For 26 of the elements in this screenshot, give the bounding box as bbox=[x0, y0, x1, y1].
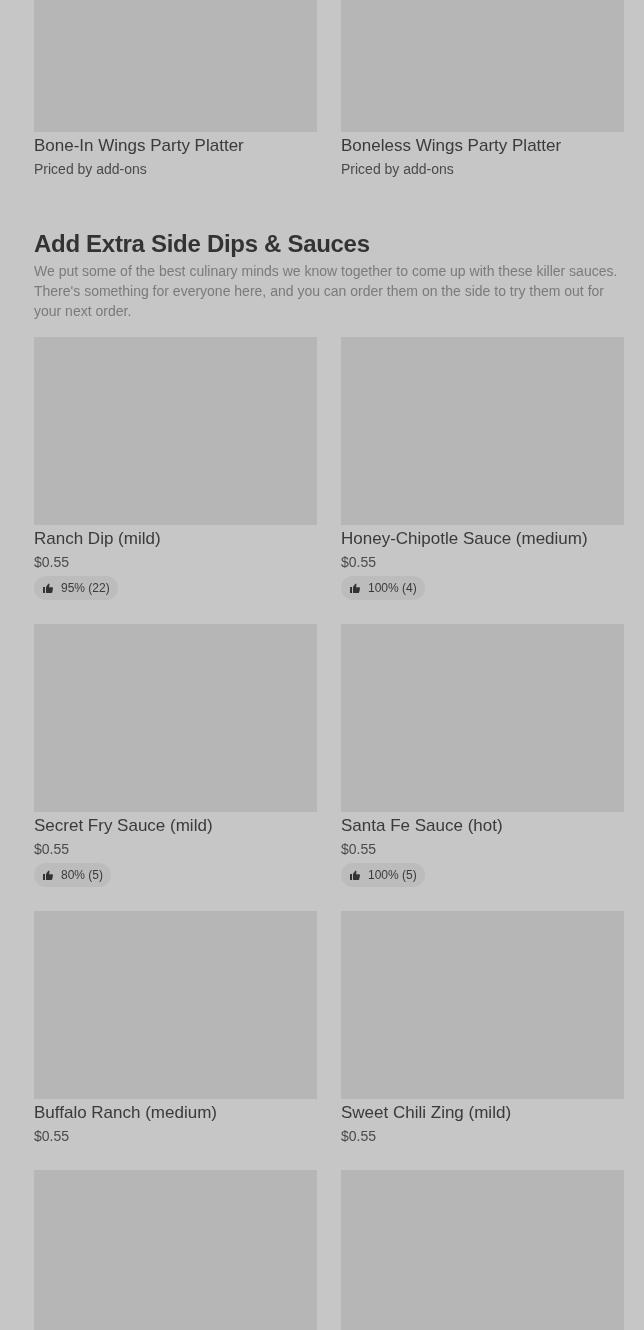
item-name: Bone-In Wings Party Platter bbox=[34, 135, 245, 157]
item-name: Ranch Dip (mild) bbox=[34, 528, 162, 550]
item-name: Buffalo Ranch (medium) bbox=[34, 1102, 218, 1124]
item-name: Secret Fry Sauce (mild) bbox=[34, 815, 214, 837]
rating-badge: 100% (4) bbox=[341, 576, 425, 600]
section-title: Add Extra Side Dips & Sauces bbox=[34, 229, 371, 259]
item-price: Priced by add-ons bbox=[34, 160, 148, 179]
item-name: Santa Fe Sauce (hot) bbox=[341, 815, 504, 837]
rating-badge: 95% (22) bbox=[34, 576, 118, 600]
item-price: $0.55 bbox=[341, 840, 378, 859]
item-name: Honey-Chipotle Sauce (medium) bbox=[341, 528, 589, 550]
thumbs-up-icon bbox=[349, 869, 361, 881]
rating-badge: 80% (5) bbox=[34, 863, 112, 887]
thumbs-up-icon bbox=[42, 582, 54, 594]
item-price: Priced by add-ons bbox=[341, 160, 455, 179]
section-description: We put some of the best culinary minds we know together to come up with these killer sauces. There's something for everyone here, and you can order them on the side to try them out for your next order. bbox=[34, 262, 619, 321]
thumbs-up-icon bbox=[42, 869, 54, 881]
item-price: $0.55 bbox=[34, 840, 71, 859]
item-price: $0.55 bbox=[34, 553, 71, 572]
item-price: $0.55 bbox=[341, 553, 378, 572]
item-price: $0.55 bbox=[341, 1127, 378, 1146]
item-name: Boneless Wings Party Platter bbox=[341, 135, 563, 157]
item-name: Sweet Chili Zing (mild) bbox=[341, 1102, 513, 1124]
thumbs-up-icon bbox=[349, 582, 361, 594]
rating-badge: 100% (5) bbox=[341, 863, 425, 887]
item-price: $0.55 bbox=[34, 1127, 71, 1146]
